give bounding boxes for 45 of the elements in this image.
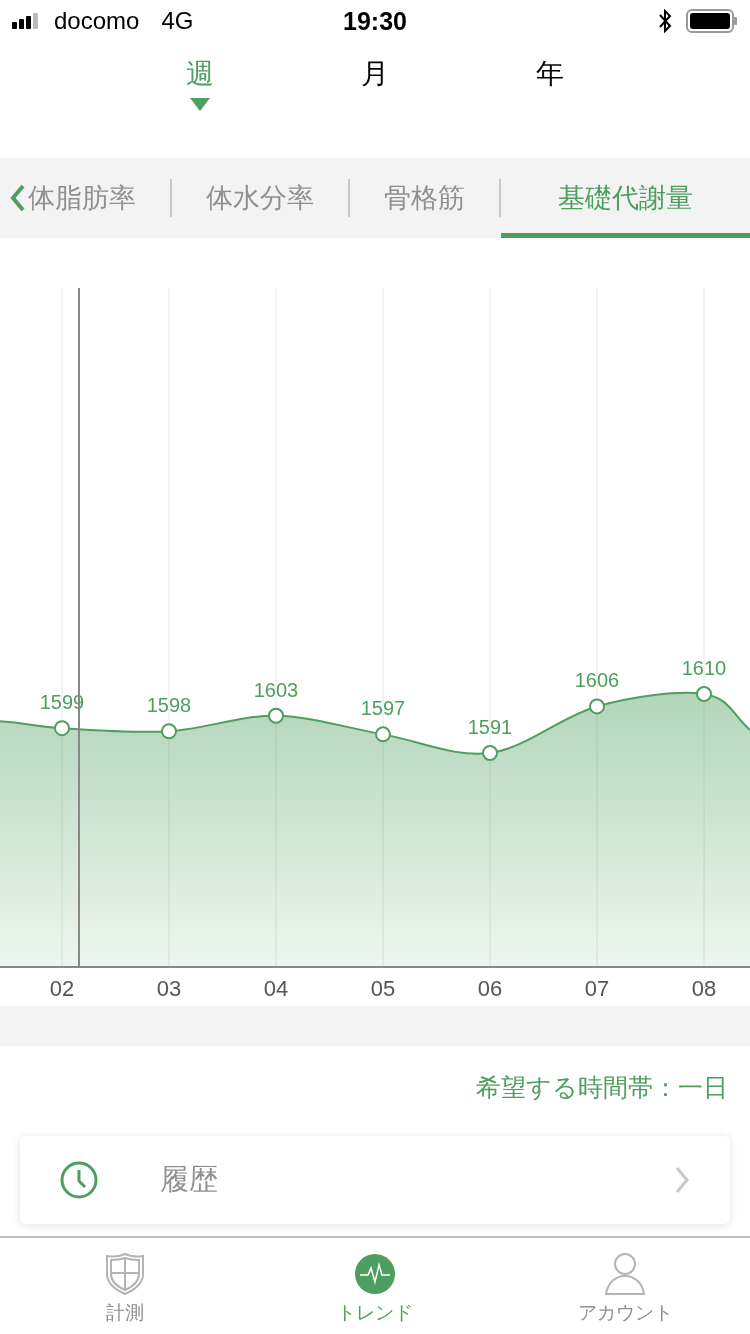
- triangle-indicator-icon: [190, 98, 210, 111]
- axis-label: 03: [156, 976, 182, 1001]
- clock-icon: [60, 1161, 98, 1199]
- data-label: 1610: [681, 657, 727, 679]
- tab-bar-item[interactable]: トレンド: [265, 1238, 485, 1334]
- network-type: 4G: [161, 7, 194, 35]
- data-point[interactable]: [696, 686, 712, 702]
- axis-label: 02: [49, 976, 75, 1001]
- pulse-icon: [354, 1252, 396, 1296]
- data-label: 1597: [360, 697, 406, 720]
- axis-label: 07: [584, 976, 610, 1001]
- period-tab[interactable]: 月: [361, 56, 389, 92]
- metric-tab[interactable]: 体脂肪率: [26, 158, 170, 238]
- carrier-name: docomo: [54, 7, 140, 35]
- data-label: 1591: [467, 716, 513, 738]
- chevron-right-icon: [674, 1166, 690, 1194]
- data-point[interactable]: [482, 745, 498, 761]
- data-point[interactable]: [54, 720, 70, 737]
- bluetooth-icon: [658, 9, 672, 33]
- data-point[interactable]: [375, 726, 391, 743]
- history-card[interactable]: 履歴: [20, 1136, 730, 1224]
- data-point[interactable]: [589, 698, 605, 715]
- history-label: 履歴: [160, 1161, 219, 1198]
- chevron-left-icon[interactable]: [10, 184, 26, 212]
- axis-label: 04: [263, 976, 289, 1001]
- period-tab[interactable]: 週: [186, 56, 214, 92]
- metric-tab[interactable]: 骨格筋: [350, 158, 499, 238]
- battery-icon: [686, 9, 738, 33]
- metric-tab[interactable]: 基礎代謝量: [501, 158, 750, 238]
- tab-bar-item[interactable]: アカウント: [515, 1238, 735, 1334]
- period-tab[interactable]: 年: [536, 56, 564, 92]
- data-point[interactable]: [268, 707, 284, 724]
- clock-time: 19:30: [343, 6, 407, 36]
- axis-label: 08: [691, 976, 717, 1001]
- data-label: 1598: [146, 694, 192, 717]
- data-label: 1603: [253, 678, 299, 701]
- tab-bar-item[interactable]: 計測: [15, 1238, 235, 1334]
- shield-icon: [104, 1252, 146, 1296]
- person-icon: [604, 1252, 646, 1296]
- axis-label: 05: [370, 976, 396, 1001]
- metric-tab[interactable]: 体水分率: [172, 158, 348, 238]
- axis-label: 06: [477, 976, 503, 1001]
- time-range-label[interactable]: 希望する時間帯：一日: [476, 1070, 728, 1112]
- data-point[interactable]: [161, 723, 177, 740]
- data-label: 1606: [574, 669, 620, 692]
